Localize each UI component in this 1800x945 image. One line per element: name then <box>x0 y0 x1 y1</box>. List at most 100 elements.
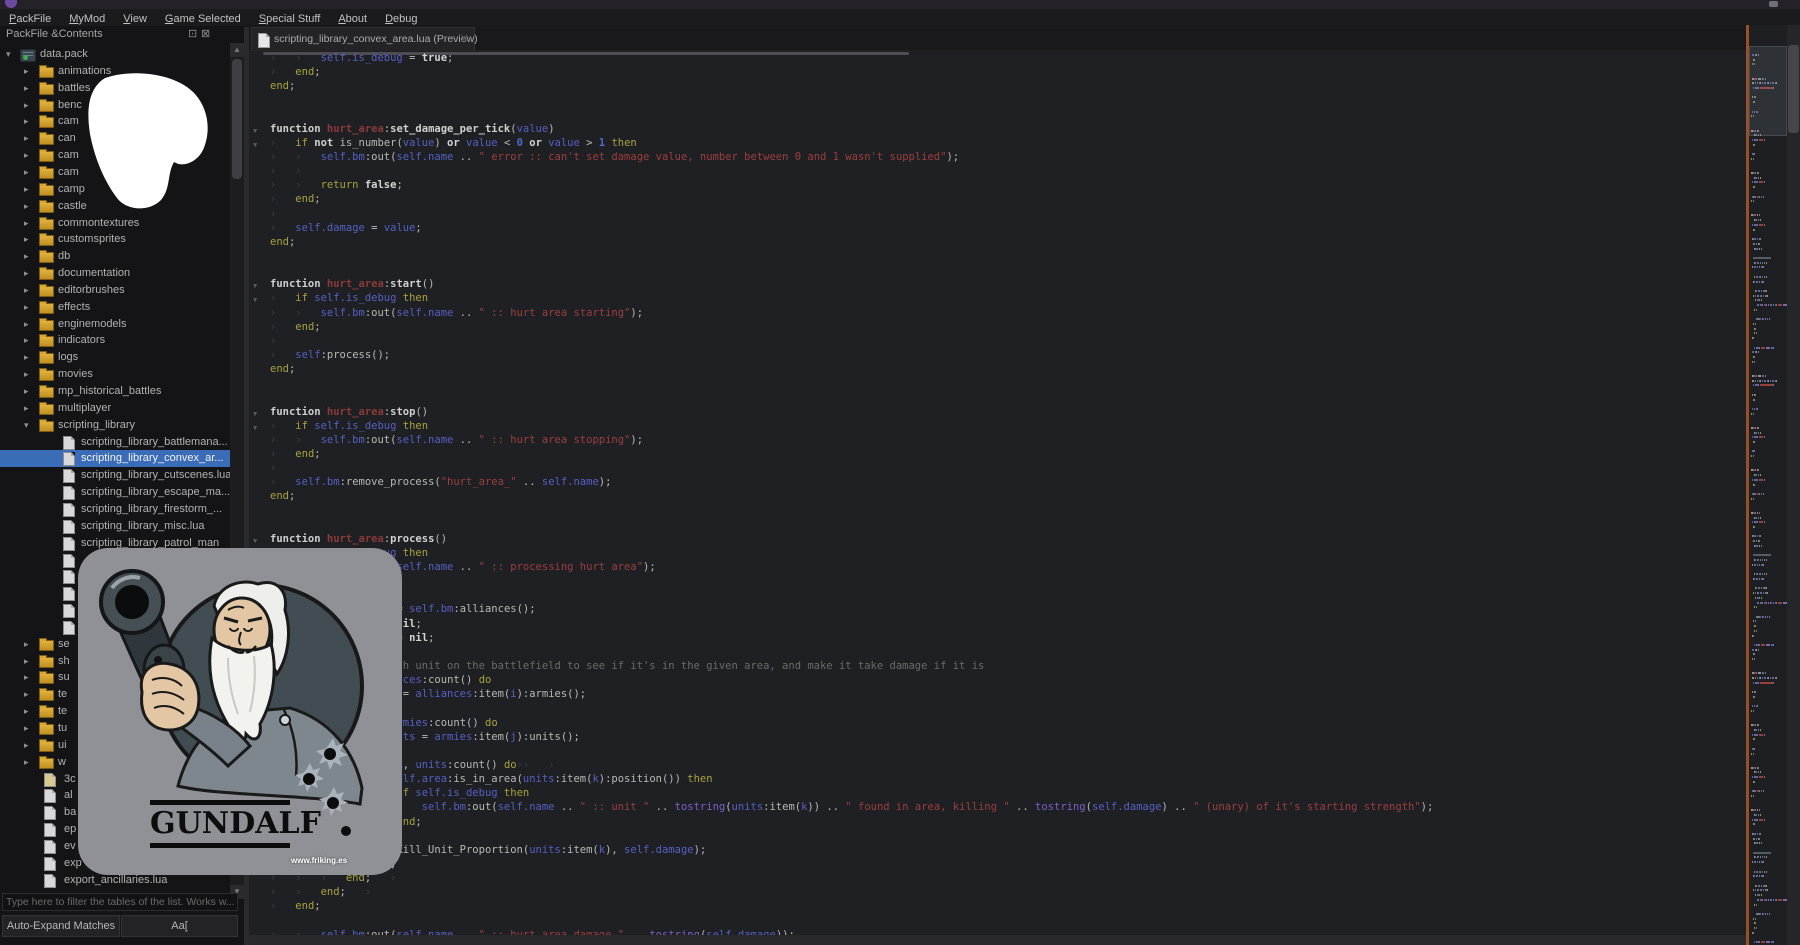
chevron-right-icon[interactable]: ▸ <box>24 757 29 768</box>
code-line: › › self.bm:out(self.name .. " :: hurt a… <box>270 928 1746 935</box>
tree-item-scripting_library_convex_ar-[interactable]: scripting_library_convex_ar... <box>0 450 230 467</box>
chevron-right-icon[interactable]: ▸ <box>24 302 29 313</box>
minimap-line <box>1749 314 1787 316</box>
chevron-right-icon[interactable]: ▸ <box>24 251 29 262</box>
tree-item-indicators[interactable]: ▸indicators <box>0 332 230 349</box>
chevron-right-icon[interactable]: ▸ <box>24 116 29 127</box>
chevron-right-icon[interactable]: ▸ <box>24 403 29 414</box>
tree-item-mp_historical_battles[interactable]: ▸mp_historical_battles <box>0 383 230 400</box>
chevron-right-icon[interactable]: ▸ <box>24 66 29 77</box>
tree-item-db[interactable]: ▸db <box>0 248 230 265</box>
chevron-right-icon[interactable]: ▸ <box>24 167 29 178</box>
chevron-right-icon[interactable]: ▸ <box>24 201 29 212</box>
chevron-right-icon[interactable]: ▸ <box>24 706 29 717</box>
chevron-right-icon[interactable]: ▸ <box>24 656 29 667</box>
tree-item-scripting_library_escape_ma-[interactable]: scripting_library_escape_ma... <box>0 484 230 501</box>
horizontal-scrollbar[interactable] <box>249 935 1746 945</box>
code-line: › for i = 1, alliances:count() do <box>270 673 1746 687</box>
minimap-line <box>1749 521 1787 523</box>
menu-item-packfile[interactable]: PackFile <box>0 11 60 27</box>
tree-filter-input[interactable] <box>2 893 238 911</box>
vertical-scrollbar[interactable] <box>1787 25 1800 945</box>
case-sensitive-button[interactable]: Aa[ <box>121 915 238 937</box>
fold-marker-icon[interactable]: ▼ <box>253 124 257 138</box>
minimap-line <box>1749 682 1787 684</box>
minimap-line <box>1749 540 1787 542</box>
tree-item-documentation[interactable]: ▸documentation <box>0 265 230 282</box>
chevron-right-icon[interactable]: ▸ <box>24 150 29 161</box>
chevron-right-icon[interactable]: ▸ <box>24 234 29 245</box>
minimap-line <box>1749 531 1787 533</box>
tree-item-scripting_library_firestorm_-[interactable]: scripting_library_firestorm_... <box>0 501 230 518</box>
tree-item-effects[interactable]: ▸effects <box>0 299 230 316</box>
chevron-right-icon[interactable]: ▸ <box>24 672 29 683</box>
minimap-line <box>1749 205 1787 207</box>
code-line: › › end; › <box>270 885 1746 899</box>
fold-marker-icon[interactable]: ▼ <box>253 421 257 435</box>
expand-all-icon[interactable]: ⊡ <box>188 27 197 40</box>
tab-close-icon[interactable]: ✕ <box>460 32 469 45</box>
minimap-line <box>1749 814 1787 816</box>
tab-bar: scripting_library_convex_area.lua (Previ… <box>249 25 1746 50</box>
minimap-line <box>1749 200 1787 202</box>
tree-item-enginemodels[interactable]: ▸enginemodels <box>0 316 230 333</box>
chevron-right-icon[interactable]: ▸ <box>24 335 29 346</box>
menu-item-game-selected[interactable]: Game Selected <box>156 11 250 27</box>
fold-marker-icon[interactable]: ▼ <box>253 293 257 307</box>
tree-item-movies[interactable]: ▸movies <box>0 366 230 383</box>
tree-item-customsprites[interactable]: ▸customsprites <box>0 231 230 248</box>
minimap-line <box>1749 219 1787 221</box>
minimap-line <box>1749 257 1787 259</box>
window-control-fragment[interactable] <box>1769 1 1778 7</box>
tree-item-logs[interactable]: ▸logs <box>0 349 230 366</box>
code-view[interactable]: › › self.is_debug = true;› end;end;▼func… <box>249 51 1746 935</box>
code-line: end; <box>270 362 1746 376</box>
chevron-right-icon[interactable]: ▸ <box>24 319 29 330</box>
tab-scripting-library-convex-area[interactable]: scripting_library_convex_area.lua (Previ… <box>251 27 475 51</box>
tree-item-scripting_library_cutscenes-lua[interactable]: scripting_library_cutscenes.lua <box>0 467 230 484</box>
folder-icon <box>39 101 54 112</box>
chevron-right-icon[interactable]: ▸ <box>24 723 29 734</box>
chevron-right-icon[interactable]: ▸ <box>24 133 29 144</box>
collapse-all-icon[interactable]: ⊠ <box>201 27 210 40</box>
chevron-right-icon[interactable]: ▸ <box>24 218 29 229</box>
minimap-line <box>1749 856 1787 858</box>
chevron-down-icon[interactable]: ▾ <box>24 420 29 431</box>
tree-scroll-thumb[interactable] <box>232 59 242 179</box>
tree-item-multiplayer[interactable]: ▸multiplayer <box>0 400 230 417</box>
minimap-viewport[interactable] <box>1749 46 1787 136</box>
minimap-line <box>1749 502 1787 504</box>
fold-marker-icon[interactable]: ▼ <box>253 279 257 293</box>
minimap[interactable] <box>1749 25 1787 945</box>
chevron-right-icon[interactable]: ▸ <box>24 740 29 751</box>
chevron-right-icon[interactable]: ▸ <box>24 83 29 94</box>
tree-item-editorbrushes[interactable]: ▸editorbrushes <box>0 282 230 299</box>
minimap-line <box>1749 686 1787 688</box>
minimap-line <box>1749 375 1787 377</box>
minimap-line <box>1749 356 1787 358</box>
fold-marker-icon[interactable]: ▼ <box>253 138 257 152</box>
menu-item-mymod[interactable]: MyMod <box>60 11 114 27</box>
tree-item-scripting_library[interactable]: ▾scripting_library <box>0 417 230 434</box>
chevron-right-icon[interactable]: ▸ <box>24 639 29 650</box>
auto-expand-matches-button[interactable]: Auto-Expand Matches <box>2 915 120 937</box>
chevron-right-icon[interactable]: ▸ <box>24 386 29 397</box>
minimap-line <box>1749 880 1787 882</box>
chevron-right-icon[interactable]: ▸ <box>24 689 29 700</box>
chevron-right-icon[interactable]: ▸ <box>24 285 29 296</box>
chevron-right-icon[interactable]: ▸ <box>24 184 29 195</box>
chevron-right-icon[interactable]: ▸ <box>24 352 29 363</box>
tree-item-scripting_library_battlemana-[interactable]: scripting_library_battlemana... <box>0 434 230 451</box>
tree-item-label: scripting_library_misc.lua <box>81 520 205 532</box>
tree-item-scripting_library_misc-lua[interactable]: scripting_library_misc.lua <box>0 518 230 535</box>
fold-marker-icon[interactable]: ▼ <box>253 407 257 421</box>
chevron-right-icon[interactable]: ▸ <box>24 100 29 111</box>
chevron-down-icon[interactable]: ▾ <box>6 49 11 60</box>
tree-scroll-up-icon[interactable]: ▲ <box>230 43 244 57</box>
tree-item-data-pack[interactable]: ▾data.pack <box>0 46 230 63</box>
vertical-scroll-thumb[interactable] <box>1788 45 1799 133</box>
chevron-right-icon[interactable]: ▸ <box>24 268 29 279</box>
menu-item-view[interactable]: View <box>114 11 156 27</box>
chevron-right-icon[interactable]: ▸ <box>24 369 29 380</box>
fold-marker-icon[interactable]: ▼ <box>253 534 257 548</box>
